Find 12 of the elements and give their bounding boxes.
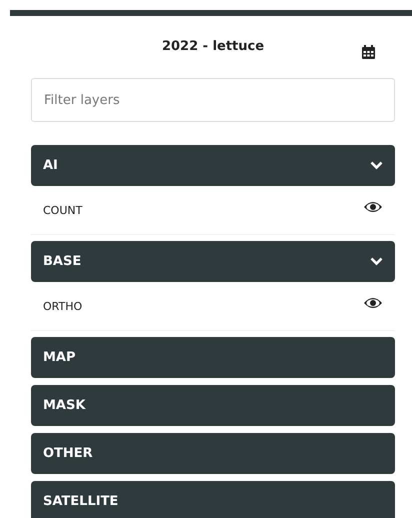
group-header[interactable]: MAP [31, 337, 395, 378]
filter-field[interactable]: Filter layers [31, 78, 395, 122]
group-header[interactable]: AI [31, 145, 395, 186]
layer-name: ORTHO [43, 299, 82, 316]
eye-icon[interactable] [363, 296, 383, 308]
layer-name: COUNT [43, 203, 82, 220]
group-header[interactable]: OTHER [31, 433, 395, 474]
group-header[interactable]: BASE [31, 241, 395, 282]
panel-title: 2022 - lettuce [162, 38, 264, 56]
group-header[interactable]: SATELLITE [31, 481, 395, 518]
group-header[interactable]: MASK [31, 385, 395, 426]
eye-icon[interactable] [363, 200, 383, 212]
